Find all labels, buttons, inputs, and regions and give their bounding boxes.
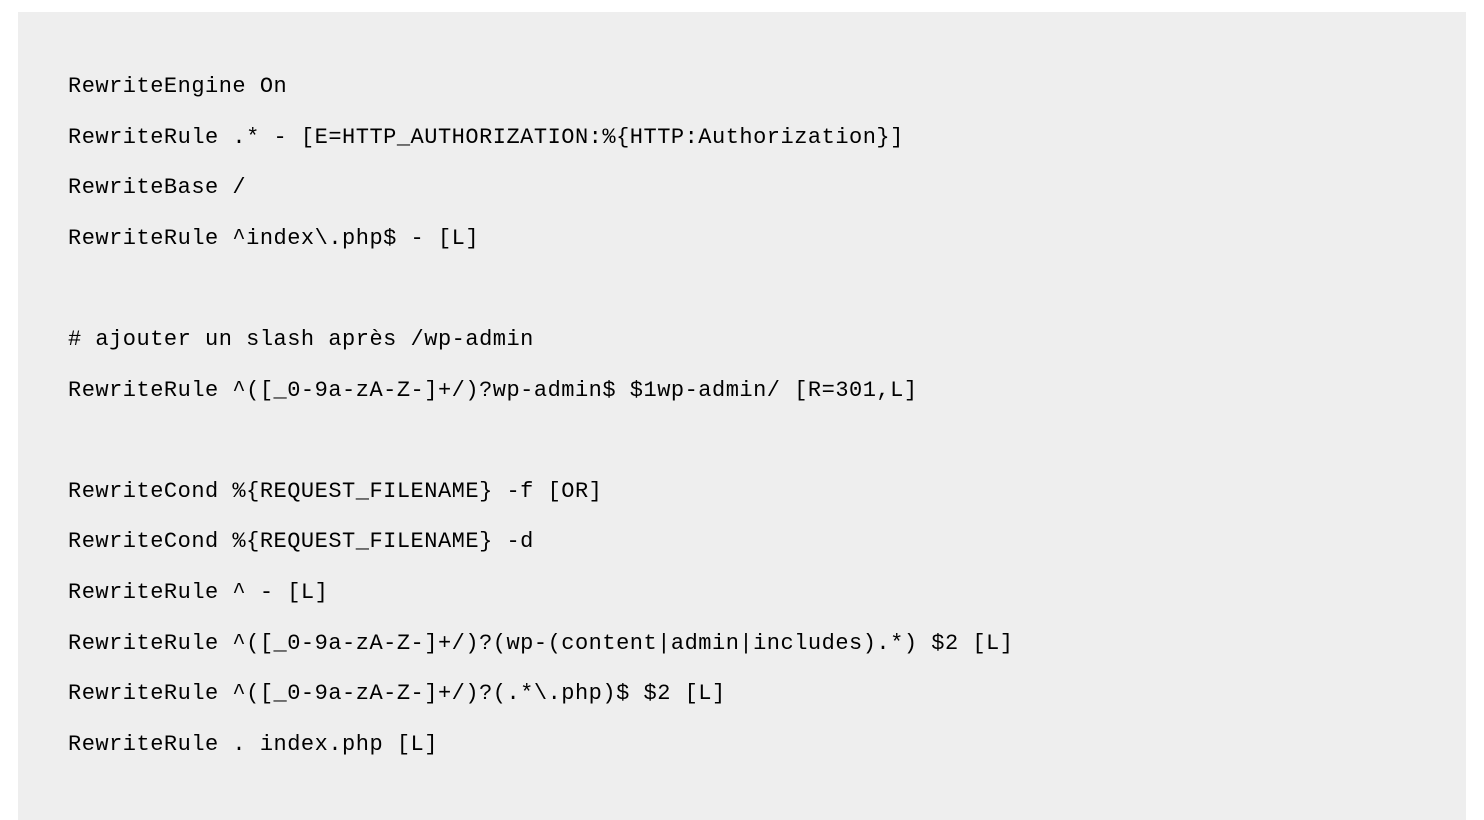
code-line: RewriteRule ^ - [L] xyxy=(68,568,1416,619)
code-block: RewriteEngine OnRewriteRule .* - [E=HTTP… xyxy=(18,12,1466,820)
code-line: RewriteBase / xyxy=(68,163,1416,214)
code-line: RewriteRule .* - [E=HTTP_AUTHORIZATION:%… xyxy=(68,113,1416,164)
code-line: RewriteRule ^index\.php$ - [L] xyxy=(68,214,1416,265)
code-line: RewriteCond %{REQUEST_FILENAME} -d xyxy=(68,517,1416,568)
code-line-comment: # ajouter un slash après /wp-admin xyxy=(68,315,1416,366)
code-line: RewriteRule ^([_0-9a-zA-Z-]+/)?(.*\.php)… xyxy=(68,669,1416,720)
code-line: RewriteEngine On xyxy=(68,62,1416,113)
code-line: RewriteCond %{REQUEST_FILENAME} -f [OR] xyxy=(68,467,1416,518)
code-line: RewriteRule ^([_0-9a-zA-Z-]+/)?wp-admin$… xyxy=(68,366,1416,417)
code-line-empty xyxy=(68,264,1416,315)
code-line: RewriteRule ^([_0-9a-zA-Z-]+/)?(wp-(cont… xyxy=(68,619,1416,670)
code-line-empty xyxy=(68,416,1416,467)
code-line: RewriteRule . index.php [L] xyxy=(68,720,1416,771)
